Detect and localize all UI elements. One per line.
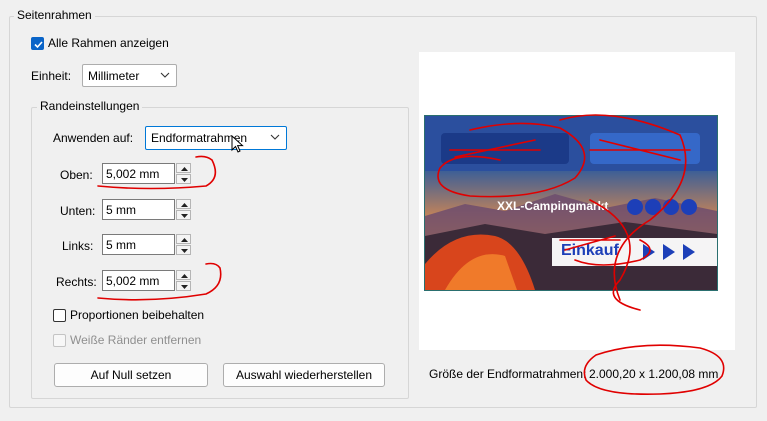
- remove-white-margins-label: Weiße Ränder entfernen: [70, 333, 202, 347]
- remove-white-margins-checkbox[interactable]: [53, 334, 66, 347]
- decrement-button[interactable]: [176, 174, 191, 184]
- increment-button[interactable]: [176, 234, 191, 244]
- apply-to-label: Anwenden auf:: [53, 131, 134, 145]
- arrow-down-icon: [181, 178, 188, 182]
- randeinstellungen-title: Randeinstellungen: [37, 99, 143, 113]
- right-margin-label: Rechts:: [56, 275, 97, 289]
- arrow-down-icon: [181, 214, 188, 218]
- decrement-button[interactable]: [176, 210, 191, 220]
- decrement-button[interactable]: [176, 281, 191, 291]
- bottom-margin-stepper[interactable]: [176, 199, 191, 220]
- top-margin-input[interactable]: 5,002 mm: [102, 163, 175, 184]
- left-margin-input[interactable]: 5 mm: [102, 234, 175, 255]
- arrow-up-icon: [181, 167, 188, 171]
- unit-label: Einheit:: [31, 69, 72, 83]
- increment-button[interactable]: [176, 163, 191, 173]
- unit-dropdown[interactable]: Millimeter: [82, 64, 177, 87]
- top-margin-value: 5,002 mm: [106, 167, 160, 181]
- reset-to-zero-button[interactable]: Auf Null setzen: [54, 363, 208, 387]
- top-margin-stepper[interactable]: [176, 163, 191, 184]
- keep-proportions-label: Proportionen beibehalten: [70, 308, 205, 322]
- banner-title: XXL-Campingmarkt: [497, 199, 609, 213]
- show-all-frames-label: Alle Rahmen anzeigen: [48, 36, 169, 50]
- banner-cta: Einkauf: [561, 242, 619, 259]
- increment-button[interactable]: [176, 270, 191, 280]
- arrow-up-icon: [181, 203, 188, 207]
- bottom-margin-label: Unten:: [60, 204, 96, 218]
- arrow-down-icon: [181, 285, 188, 289]
- right-margin-input[interactable]: 5,002 mm: [102, 270, 175, 291]
- arrow-up-icon: [181, 238, 188, 242]
- size-info-label: Größe der Endformatrahmen:: [429, 367, 587, 381]
- arrow-down-icon: [181, 249, 188, 253]
- chevron-down-icon: [160, 72, 170, 78]
- left-margin-label: Links:: [62, 239, 94, 253]
- randeinstellungen-group: [31, 107, 409, 399]
- size-info-value: 2.000,20 x 1.200,08 mm: [589, 367, 719, 381]
- bottom-margin-value: 5 mm: [106, 203, 136, 217]
- left-margin-value: 5 mm: [106, 238, 136, 252]
- bottom-margin-input[interactable]: 5 mm: [102, 199, 175, 220]
- restore-selection-button[interactable]: Auswahl wiederherstellen: [223, 363, 385, 387]
- seitenrahmen-title: Seitenrahmen: [14, 8, 95, 22]
- check-icon: [34, 41, 43, 49]
- mouse-cursor-icon: [231, 135, 244, 153]
- preview-thumbnail: XXL-Campingmarkt Einkauf: [424, 115, 718, 291]
- increment-button[interactable]: [176, 199, 191, 209]
- right-margin-stepper[interactable]: [176, 270, 191, 291]
- apply-to-dropdown[interactable]: Endformatrahmen: [145, 126, 287, 150]
- top-margin-label: Oben:: [60, 168, 93, 182]
- show-all-frames-checkbox[interactable]: [31, 37, 44, 50]
- decrement-button[interactable]: [176, 245, 191, 255]
- right-margin-value: 5,002 mm: [106, 274, 160, 288]
- keep-proportions-checkbox[interactable]: [53, 309, 66, 322]
- chevron-down-icon: [270, 134, 280, 140]
- arrow-up-icon: [181, 274, 188, 278]
- unit-value: Millimeter: [88, 69, 140, 83]
- left-margin-stepper[interactable]: [176, 234, 191, 255]
